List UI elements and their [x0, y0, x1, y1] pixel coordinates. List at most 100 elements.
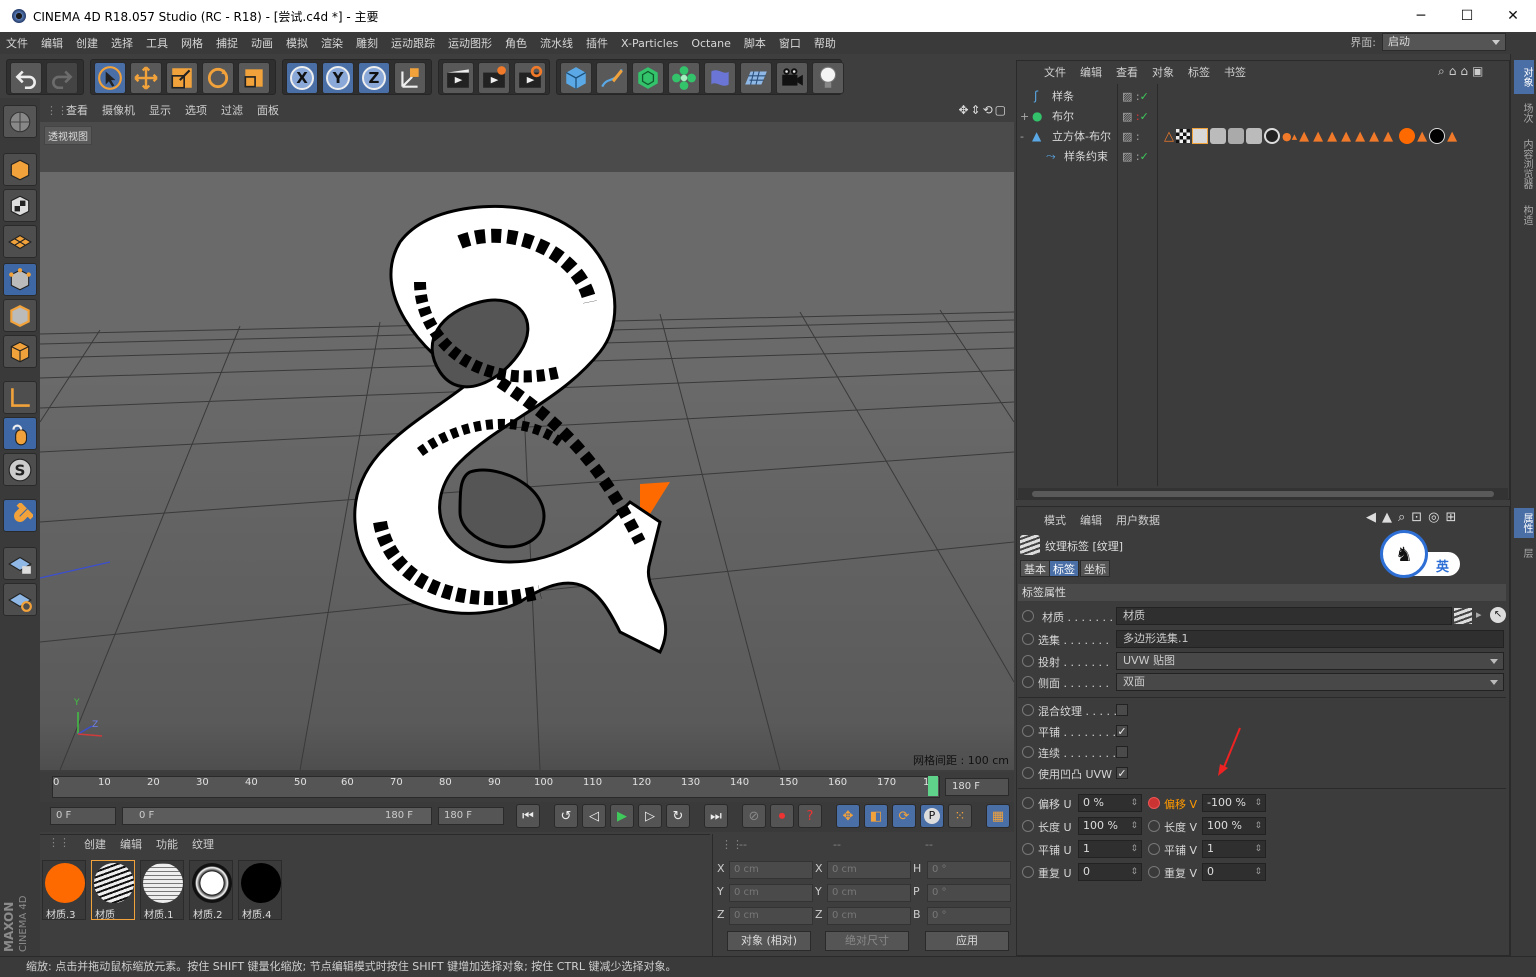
object-visibility-toggles[interactable]: ▨ :✓ [1122, 110, 1149, 123]
pen-spline-button[interactable] [596, 62, 628, 94]
floor-scene-button[interactable] [740, 62, 772, 94]
object-manager-search-icons[interactable]: ⌕⌂⌂▣ [1438, 64, 1487, 79]
subdivision-surface-button[interactable] [632, 62, 664, 94]
object-menu-bookmarks[interactable]: 书签 [1224, 64, 1246, 80]
keyframe-dot[interactable] [1022, 610, 1034, 622]
keyframe-dot[interactable] [1148, 866, 1160, 878]
planar-workplane-button[interactable] [3, 583, 37, 616]
viewport-menu-cameras[interactable]: 摄像机 [102, 102, 135, 118]
render-view-button[interactable] [442, 62, 474, 94]
selection-field[interactable]: 多边形选集.1 [1116, 630, 1504, 648]
rotate-tool-button[interactable] [202, 62, 234, 94]
frame-range-slider[interactable]: 0 F 180 F [122, 807, 432, 825]
object-menu-tags[interactable]: 标签 [1188, 64, 1210, 80]
keyframe-dot[interactable] [1022, 676, 1034, 688]
keyframe-dot[interactable] [1148, 820, 1160, 832]
position-z-field[interactable]: 0 cm [729, 907, 813, 925]
key-position-button[interactable]: ✥ [836, 804, 860, 828]
make-editable-button[interactable] [3, 105, 37, 138]
menu-mesh[interactable]: 网格 [181, 35, 203, 51]
polygons-mode-button[interactable] [3, 335, 37, 368]
menu-sculpt[interactable]: 雕刻 [356, 35, 378, 51]
material-swatch[interactable]: 材质.1 [140, 860, 184, 921]
previous-frame-button[interactable]: ◁ [582, 804, 606, 828]
length-u-field[interactable]: 100 % [1078, 817, 1142, 835]
menu-character[interactable]: 角色 [505, 35, 527, 51]
tab-tag[interactable]: 标签 [1049, 560, 1079, 577]
keyframe-dot[interactable] [1022, 820, 1034, 832]
material-menu-edit[interactable]: 编辑 [120, 836, 142, 852]
menu-file[interactable]: 文件 [6, 35, 28, 51]
material-swatch[interactable]: 材质 [91, 860, 135, 921]
scrollbar-thumb[interactable] [1032, 491, 1494, 497]
move-tool-button[interactable] [130, 62, 162, 94]
keyframe-dot[interactable] [1022, 767, 1034, 779]
camera-object-button[interactable] [776, 62, 808, 94]
play-button[interactable]: ▶ [610, 804, 634, 828]
snap-enable-button[interactable] [3, 499, 37, 532]
axis-mode-button[interactable] [3, 381, 37, 414]
menu-plugins[interactable]: 插件 [586, 35, 608, 51]
next-frame-button[interactable]: ▷ [638, 804, 662, 828]
redo-button[interactable] [46, 62, 78, 94]
keyframe-dot[interactable] [1022, 843, 1034, 855]
go-to-start-button[interactable]: ⏮ [516, 804, 540, 828]
dock-tab-takes[interactable]: 场次 [1514, 98, 1534, 128]
menu-motion-tracking[interactable]: 运动跟踪 [391, 35, 435, 51]
render-picture-viewer-button[interactable] [478, 62, 510, 94]
side-dropdown[interactable]: 双面 [1116, 673, 1504, 691]
rotation-p-field[interactable]: 0 ° [927, 884, 1011, 902]
offset-v-field[interactable]: -100 % [1202, 794, 1266, 812]
mix-textures-checkbox[interactable] [1116, 704, 1128, 716]
rotation-h-field[interactable]: 0 ° [927, 861, 1011, 879]
z-axis-lock-button[interactable]: Z [358, 62, 390, 94]
keyframe-dot[interactable] [1148, 843, 1160, 855]
keyframe-dot[interactable] [1022, 633, 1034, 645]
lock-workplane-button[interactable] [3, 547, 37, 580]
object-visibility-toggles[interactable]: ▨ :✓ [1122, 150, 1149, 163]
object-row-cube-boole[interactable]: - ▲ 立方体-布尔 ▨ : △ ●▴ ▲▲▲▲▲▲▲ ▲ ▲ [1018, 126, 1508, 146]
pick-object-icon[interactable]: ↖ [1490, 607, 1506, 623]
dock-tab-objects[interactable]: 对象 [1514, 60, 1534, 94]
keyframe-dot[interactable] [1022, 797, 1034, 809]
record-active-button[interactable]: ⊘ [742, 804, 766, 828]
object-menu-edit[interactable]: 编辑 [1080, 64, 1102, 80]
menu-tools[interactable]: 工具 [146, 35, 168, 51]
viewport-nav-icons[interactable]: ✥⇕⟲▢ [958, 103, 1008, 117]
menu-pipeline[interactable]: 流水线 [540, 35, 573, 51]
key-parameter-button[interactable]: P [920, 804, 944, 828]
rotation-b-field[interactable]: 0 ° [927, 907, 1011, 925]
material-swatch[interactable]: 材质.3 [42, 860, 86, 921]
texture-mode-button[interactable] [3, 189, 37, 222]
points-mode-button[interactable] [3, 263, 37, 296]
length-v-field[interactable]: 100 % [1202, 817, 1266, 835]
menu-snap[interactable]: 捕捉 [216, 35, 238, 51]
size-mode-dropdown[interactable]: 绝对尺寸 [825, 931, 909, 951]
cloner-button[interactable] [668, 62, 700, 94]
ime-indicator[interactable]: ♞ 英 [1380, 530, 1460, 578]
dock-tab-content-browser[interactable]: 内容浏览器 [1514, 132, 1534, 196]
autokey-button[interactable]: ⏺ [770, 804, 794, 828]
object-menu-view[interactable]: 查看 [1116, 64, 1138, 80]
render-settings-button[interactable] [514, 62, 546, 94]
menu-create[interactable]: 创建 [76, 35, 98, 51]
menu-script[interactable]: 脚本 [744, 35, 766, 51]
material-menu-function[interactable]: 功能 [156, 836, 178, 852]
size-x-field[interactable]: 0 cm [827, 861, 911, 879]
viewport-menu-display[interactable]: 显示 [149, 102, 171, 118]
current-frame-field[interactable]: 0 F [50, 807, 116, 825]
last-tool-button[interactable] [238, 62, 270, 94]
object-row-boole[interactable]: + ● 布尔 ▨ :✓ [1018, 106, 1508, 126]
keyframe-dot[interactable] [1022, 866, 1034, 878]
edges-mode-button[interactable] [3, 299, 37, 332]
repetitions-u-field[interactable]: 0 [1078, 863, 1142, 881]
keyframe-dot[interactable] [1022, 725, 1034, 737]
object-visibility-toggles[interactable]: ▨ :✓ [1122, 90, 1149, 103]
live-select-button[interactable] [94, 62, 126, 94]
coordinate-system-button[interactable] [394, 62, 426, 94]
tile-checkbox[interactable]: ✓ [1116, 725, 1128, 737]
key-rotation-button[interactable]: ⟳ [892, 804, 916, 828]
coordinate-mode-dropdown[interactable]: 对象 (相对) [727, 931, 811, 951]
object-tag-strip[interactable]: △ ●▴ ▲▲▲▲▲▲▲ ▲ ▲ [1164, 127, 1508, 145]
go-to-end-button[interactable]: ⏭ [704, 804, 728, 828]
